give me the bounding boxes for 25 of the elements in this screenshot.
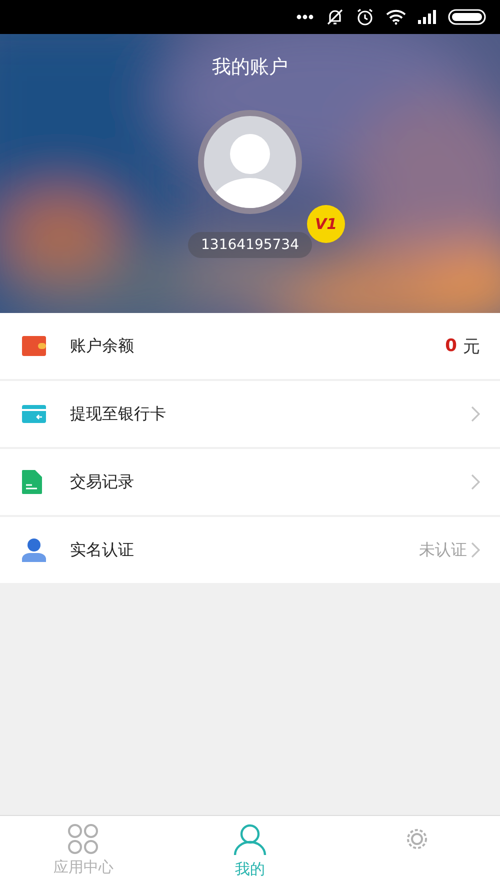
page-title: 我的账户 [212, 55, 288, 80]
menu-row[interactable]: 实名认证 未认证 [0, 517, 500, 583]
card-icon [22, 405, 46, 423]
menu-label: 交易记录 [70, 472, 135, 492]
person-icon [22, 538, 46, 562]
grid-icon [67, 824, 100, 854]
menu-label: 账户余额 [70, 336, 135, 356]
menu-label: 实名认证 [70, 540, 135, 560]
verification-status: 未认证 [419, 540, 467, 560]
wallet-icon [22, 336, 46, 356]
menu-row[interactable]: 提现至银行卡 [0, 381, 500, 447]
battery-icon [448, 9, 486, 25]
document-icon [22, 470, 42, 494]
currency-unit: 元 [463, 336, 480, 358]
more-icon [296, 14, 314, 20]
wifi-icon [386, 9, 406, 25]
muted-bell-icon [326, 8, 344, 26]
menu-label: 提现至银行卡 [70, 404, 167, 424]
phone-number: 13164195734 [188, 232, 312, 258]
menu-row[interactable]: 交易记录 [0, 449, 500, 515]
menu-row[interactable]: 账户余额 0 元 [0, 313, 500, 379]
alarm-icon [356, 8, 374, 26]
balance-amount: 0 [445, 336, 457, 356]
signal-icon [418, 10, 436, 24]
person-icon [233, 824, 267, 856]
